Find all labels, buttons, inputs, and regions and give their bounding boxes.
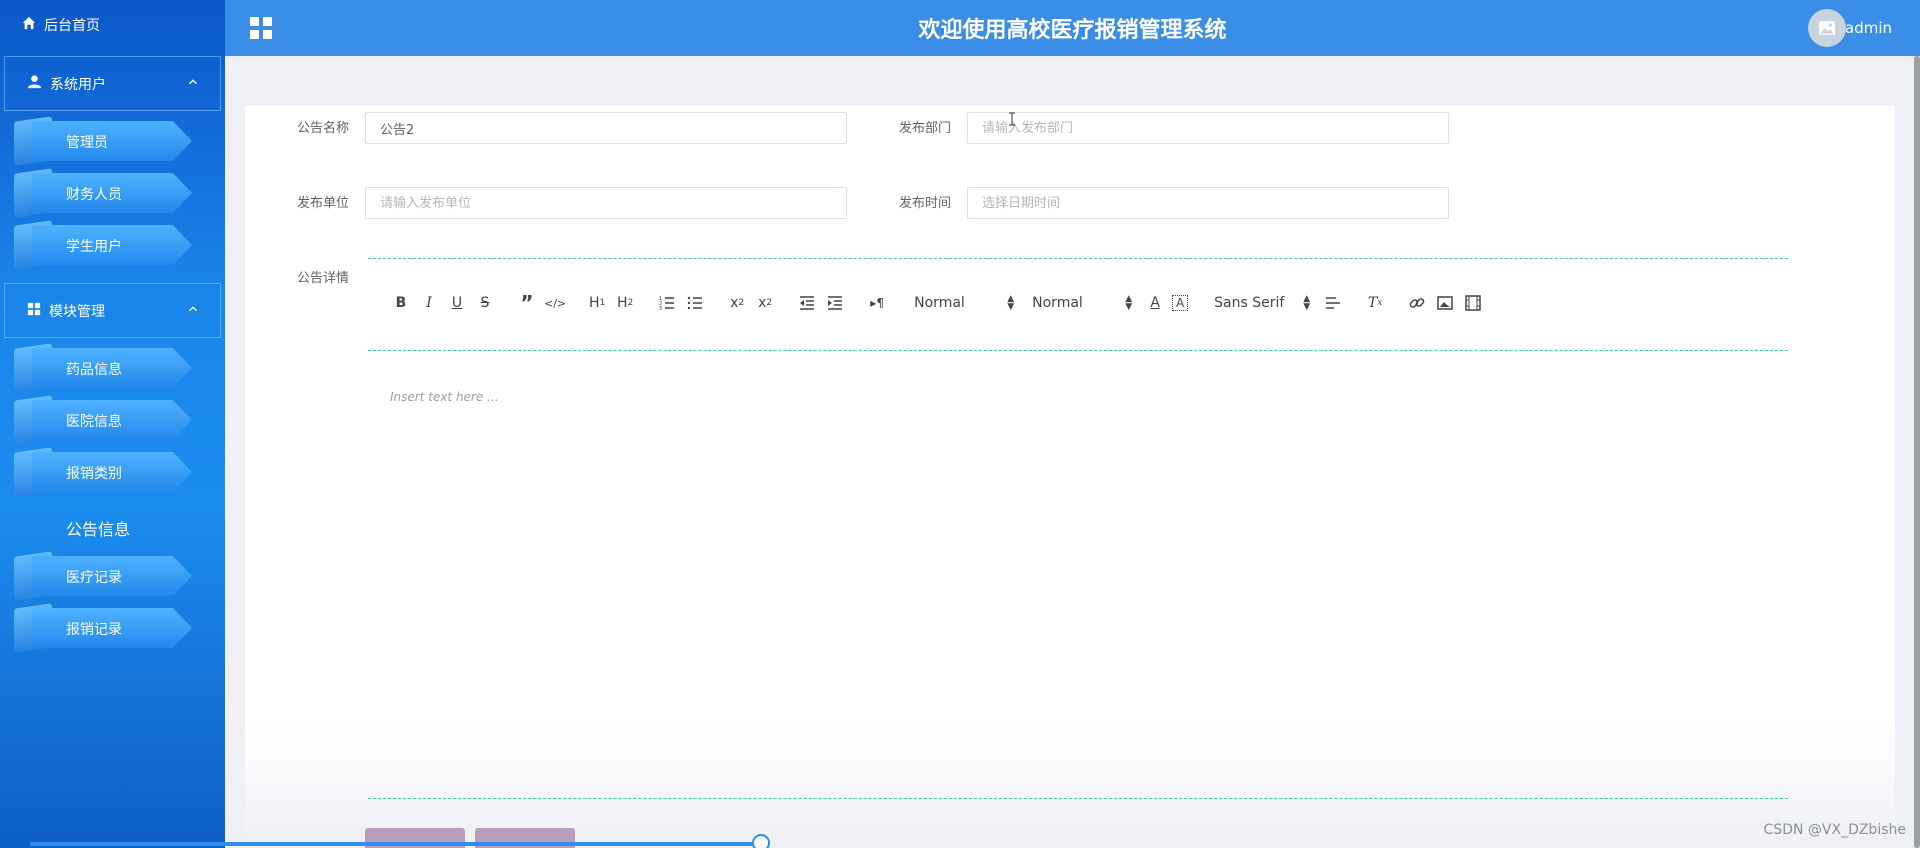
sidebar-item-home[interactable]: 后台首页	[0, 0, 225, 50]
sidebar: 后台首页 系统用户 管理员 财务人员 学生用户 模块管理 药品信息 医院信息 报…	[0, 0, 225, 848]
sidebar-item-medical-records[interactable]: 医疗记录	[14, 551, 196, 601]
size-select-value: Normal	[1032, 295, 1083, 311]
page-title: 欢迎使用高校医疗报销管理系统	[918, 18, 1227, 43]
header1-button[interactable]: H1	[586, 292, 608, 314]
publish-time-label: 发布时间	[899, 196, 952, 211]
sidebar-group-label: 模块管理	[49, 303, 105, 320]
home-icon	[22, 16, 36, 34]
editor-content-border	[368, 350, 1788, 351]
ordered-list-button[interactable]: 123	[656, 292, 678, 314]
grid-icon	[27, 302, 41, 320]
bullet-list-button[interactable]	[684, 292, 706, 314]
publish-department-label: 发布部门	[899, 121, 952, 136]
align-left-icon	[1326, 297, 1341, 309]
superscript-button[interactable]: x2	[754, 292, 776, 314]
video-icon	[1465, 295, 1481, 311]
scrollbar-thumb[interactable]	[1914, 56, 1920, 848]
text-color-button[interactable]: A	[1144, 292, 1166, 314]
sidebar-group-module-management[interactable]: 模块管理	[4, 283, 221, 338]
sidebar-item-label: 公告信息	[66, 520, 131, 539]
italic-button[interactable]: I	[418, 292, 440, 314]
sidebar-item-admin[interactable]: 管理员	[14, 116, 196, 166]
clear-format-button[interactable]: Tx	[1364, 292, 1386, 314]
header-select-value: Normal	[914, 295, 965, 311]
publish-unit-label: 发布单位	[297, 196, 350, 211]
sidebar-item-reimbursement-category[interactable]: 报销类别	[14, 447, 196, 497]
publish-unit-input[interactable]	[365, 187, 847, 219]
subscript-button[interactable]: x2	[726, 292, 748, 314]
sidebar-group-system-users[interactable]: 系统用户	[4, 56, 221, 111]
editor-content-area[interactable]: Insert text here ...	[390, 390, 499, 404]
chevron-up-icon	[189, 79, 197, 85]
publish-time-picker[interactable]	[967, 187, 1449, 219]
sidebar-item-label: 报销类别	[66, 466, 122, 482]
image-icon	[1437, 296, 1453, 310]
font-select-value: Sans Serif	[1214, 295, 1285, 311]
editor-toolbar-border	[368, 258, 1788, 259]
vertical-scrollbar[interactable]	[1914, 56, 1920, 848]
link-button[interactable]	[1406, 292, 1428, 314]
sidebar-item-label: 财务人员	[66, 187, 122, 203]
progress-knob[interactable]	[752, 834, 770, 848]
sidebar-item-hospital-info[interactable]: 医院信息	[14, 395, 196, 445]
editor-toolbar: B I U S ” </> H1 H2 123 x2 x2 ▸¶ Normal ▲…	[390, 290, 1490, 316]
font-select[interactable]: Sans Serif ▲ ▼	[1214, 294, 1311, 312]
top-header: 欢迎使用高校医疗报销管理系统 admin	[225, 0, 1920, 56]
sidebar-item-finance-staff[interactable]: 财务人员	[14, 168, 196, 218]
indent-icon	[828, 296, 843, 310]
select-arrows-icon: ▲ ▼	[1125, 294, 1133, 312]
bullet-list-icon	[687, 296, 703, 310]
editor-bottom-border	[368, 798, 1788, 799]
watermark: CSDN @VX_DZbishe	[1763, 822, 1906, 838]
publish-department-input[interactable]	[967, 112, 1449, 144]
select-arrows-icon: ▲ ▼	[1303, 294, 1311, 312]
align-button[interactable]	[1322, 292, 1344, 314]
avatar[interactable]	[1808, 9, 1846, 47]
sidebar-item-label: 医院信息	[66, 414, 122, 430]
bold-button[interactable]: B	[390, 292, 412, 314]
sidebar-item-label: 医疗记录	[66, 570, 122, 586]
outdent-button[interactable]	[796, 292, 818, 314]
underline-button[interactable]: U	[446, 292, 468, 314]
strike-button[interactable]: S	[474, 292, 496, 314]
video-button[interactable]	[1462, 292, 1484, 314]
text-cursor-icon	[1009, 112, 1015, 126]
chevron-up-icon	[189, 306, 197, 312]
sidebar-item-label: 管理员	[66, 135, 108, 151]
sidebar-item-reimbursement-records[interactable]: 报销记录	[14, 603, 196, 653]
image-icon	[1819, 21, 1835, 35]
sidebar-item-student-users[interactable]: 学生用户	[14, 220, 196, 270]
username[interactable]: admin	[1845, 19, 1892, 37]
announcement-name-input[interactable]	[365, 112, 847, 144]
background-color-button[interactable]: A	[1172, 295, 1189, 311]
size-select[interactable]: Normal ▲ ▼	[1032, 294, 1133, 312]
sidebar-item-label: 药品信息	[66, 362, 122, 378]
blockquote-button[interactable]: ”	[516, 291, 538, 315]
announcement-name-label: 公告名称	[297, 121, 350, 136]
select-arrows-icon: ▲ ▼	[1007, 294, 1015, 312]
sidebar-home-label: 后台首页	[44, 18, 100, 34]
outdent-icon	[800, 296, 815, 310]
sidebar-item-announcements[interactable]: 公告信息	[14, 502, 196, 546]
text-direction-button[interactable]: ▸¶	[866, 292, 888, 314]
image-button[interactable]	[1434, 292, 1456, 314]
header2-button[interactable]: H2	[614, 292, 636, 314]
code-block-button[interactable]: </>	[544, 292, 566, 314]
announcement-detail-label: 公告详情	[297, 271, 350, 286]
indent-button[interactable]	[824, 292, 846, 314]
link-icon	[1409, 298, 1425, 308]
sidebar-item-label: 报销记录	[66, 622, 122, 638]
svg-text:3: 3	[659, 306, 662, 311]
sidebar-item-drug-info[interactable]: 药品信息	[14, 343, 196, 393]
page-progress-bar	[30, 842, 760, 846]
sidebar-item-label: 学生用户	[66, 239, 122, 255]
sidebar-group-label: 系统用户	[50, 76, 106, 93]
ordered-list-icon: 123	[659, 296, 675, 311]
user-icon	[27, 74, 42, 93]
header-select[interactable]: Normal ▲ ▼	[914, 294, 1015, 312]
